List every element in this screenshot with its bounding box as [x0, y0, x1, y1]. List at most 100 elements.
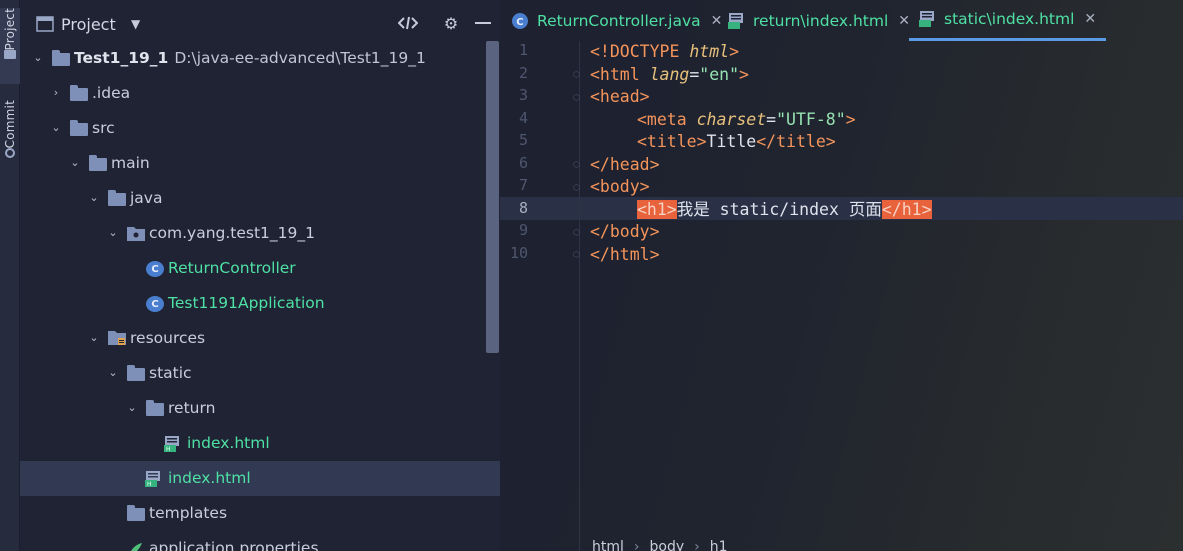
- tree-item-return[interactable]: ⌄ return: [20, 391, 500, 426]
- line-number: 5: [518, 131, 528, 149]
- tab-static-index-html[interactable]: static\index.html ✕: [909, 0, 1107, 41]
- code-line: <body>: [590, 176, 650, 199]
- module-label: Test1_19_1 D:\java-ee-advanced\Test1_19_1: [74, 49, 426, 67]
- module-name: Test1_19_1: [74, 49, 169, 67]
- breadcrumb-separator-icon: ›: [694, 539, 700, 551]
- chevron-down-icon[interactable]: ⌄: [105, 224, 121, 240]
- tree-item-src[interactable]: ⌄ src: [20, 111, 500, 146]
- line-number-current: 8: [518, 198, 528, 217]
- line-number: 10: [509, 243, 528, 262]
- code-line: </head>: [590, 154, 660, 177]
- tag-token: >: [845, 109, 856, 129]
- line-number: 1: [518, 41, 528, 59]
- project-panel-header: Project ▼ ⚙: [20, 0, 500, 44]
- tag-token: </html>: [590, 244, 660, 264]
- resources-folder-icon: [108, 330, 126, 346]
- chevron-down-icon[interactable]: ▼: [131, 17, 140, 31]
- tab-return-index-html[interactable]: return\index.html ✕: [728, 0, 910, 41]
- fold-marker-icon[interactable]: ⬡: [573, 250, 582, 259]
- commit-tool-tab[interactable]: Commit: [0, 100, 20, 176]
- line-number: 2: [518, 63, 528, 82]
- tree-item-label: templates: [149, 504, 228, 522]
- tree-item-java[interactable]: ⌄ java: [20, 181, 500, 216]
- tree-item-idea[interactable]: › .idea: [20, 76, 500, 111]
- tree-item-label: index.html: [187, 434, 270, 452]
- tag-token: >: [739, 64, 749, 84]
- commit-icon: [5, 148, 15, 159]
- tree-item-static-index-html[interactable]: H index.html: [20, 461, 500, 496]
- string-token: "en": [699, 64, 740, 84]
- gear-icon[interactable]: ⚙: [440, 12, 462, 34]
- attr-token: charset: [696, 109, 767, 129]
- line-number: 9: [518, 221, 528, 239]
- eq-token: =: [766, 109, 777, 129]
- tree-item-module[interactable]: ⌄ Test1_19_1 D:\java-ee-advanced\Test1_19…: [20, 41, 500, 76]
- eq-token: =: [689, 64, 700, 84]
- breadcrumb-item[interactable]: h1: [710, 539, 728, 551]
- tag-token: <html: [590, 64, 640, 84]
- fold-marker-icon[interactable]: ⬡: [573, 228, 582, 237]
- matched-tag-token: </h1>: [881, 199, 932, 219]
- tag-token: <title>: [637, 132, 707, 151]
- breadcrumb-item[interactable]: body: [650, 539, 685, 551]
- tree-item-label: java: [130, 189, 163, 207]
- chevron-right-icon[interactable]: ›: [48, 84, 64, 100]
- tag-token: <head>: [590, 87, 650, 106]
- html-file-icon: [728, 12, 743, 29]
- tree-item-return-index-html[interactable]: H index.html: [20, 426, 500, 461]
- folder-icon: [70, 85, 88, 101]
- tree-item-application[interactable]: C Test1191Application: [20, 286, 500, 321]
- project-panel-title[interactable]: Project: [61, 15, 116, 34]
- folder-icon: [4, 50, 16, 60]
- tree-item-resources[interactable]: ⌄ resources: [20, 321, 500, 356]
- chevron-down-icon[interactable]: ⌄: [67, 154, 83, 170]
- chevron-down-icon[interactable]: ⌄: [48, 119, 64, 135]
- chevron-down-icon[interactable]: ⌄: [86, 189, 102, 205]
- tag-token: </head>: [590, 154, 660, 174]
- breadcrumb-item[interactable]: html: [592, 539, 624, 551]
- doctype-token: <!DOCTYPE: [590, 42, 680, 61]
- html-file-icon: H: [164, 436, 182, 453]
- fold-marker-icon[interactable]: ⬡: [573, 93, 582, 102]
- tag-token: </title>: [756, 132, 836, 151]
- folder-icon: [89, 155, 107, 171]
- line-number: 6: [518, 153, 528, 172]
- tag-token: <body>: [590, 177, 650, 196]
- chevron-down-icon[interactable]: ⌄: [30, 49, 46, 65]
- close-icon[interactable]: ✕: [711, 13, 723, 29]
- chevron-down-icon[interactable]: ⌄: [86, 329, 102, 345]
- hide-panel-icon[interactable]: [472, 12, 494, 34]
- module-path: D:\java-ee-advanced\Test1_19_1: [174, 49, 426, 67]
- tree-item-main[interactable]: ⌄ main: [20, 146, 500, 181]
- tree-item-return-controller[interactable]: C ReturnController: [20, 251, 500, 286]
- tool-window-stripe: Project Commit: [0, 0, 20, 551]
- tree-item-templates[interactable]: templates: [20, 496, 500, 531]
- fold-marker-icon[interactable]: ⬡: [573, 70, 582, 79]
- tab-return-controller[interactable]: C ReturnController.java ✕: [512, 0, 722, 41]
- fold-marker-icon[interactable]: ⬡: [573, 183, 582, 192]
- close-icon[interactable]: ✕: [1084, 11, 1096, 27]
- project-tool-label: Project: [3, 8, 17, 51]
- code-line-current: <h1>我是 static/index 页面</h1>: [637, 199, 932, 222]
- class-icon: C: [146, 261, 164, 277]
- doctype-name-token: html: [689, 42, 730, 61]
- tree-item-package[interactable]: ⌄ com.yang.test1_19_1: [20, 216, 500, 251]
- chevron-down-icon[interactable]: ⌄: [124, 399, 140, 415]
- tree-item-label: com.yang.test1_19_1: [149, 224, 316, 242]
- fold-marker-icon[interactable]: ⬡: [573, 160, 582, 169]
- breadcrumb-separator-icon: ›: [633, 539, 640, 551]
- tree-item-application-properties[interactable]: application.properties: [20, 531, 500, 551]
- project-scrollbar[interactable]: [486, 41, 499, 353]
- folder-icon: [127, 365, 145, 381]
- project-window-icon: [36, 16, 54, 32]
- svg-text:H: H: [147, 481, 152, 487]
- properties-file-icon: [127, 542, 145, 551]
- code-line: <head>: [590, 86, 650, 109]
- collapse-expand-icon[interactable]: [397, 12, 419, 34]
- commit-tool-label: Commit: [3, 100, 17, 149]
- project-tool-tab[interactable]: Project: [0, 8, 20, 84]
- tree-item-static[interactable]: ⌄ static: [20, 356, 500, 391]
- svg-text:H: H: [166, 446, 171, 452]
- html-file-icon: [919, 11, 934, 27]
- chevron-down-icon[interactable]: ⌄: [105, 364, 121, 380]
